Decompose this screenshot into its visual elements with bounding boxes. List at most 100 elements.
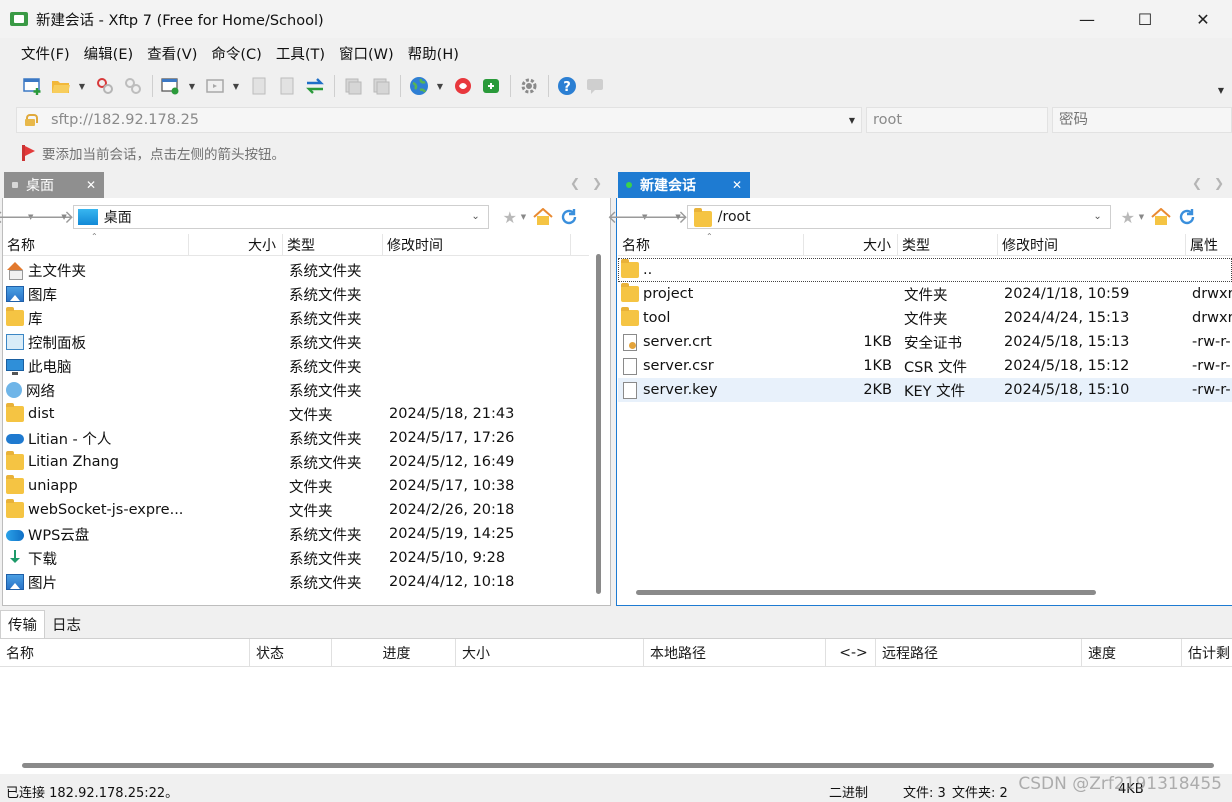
file-row[interactable]: Litian Zhang 系统文件夹 2024/5/12, 16:49 [3,450,589,474]
gear-icon[interactable] [518,75,540,97]
col-status[interactable]: 状态 [250,638,332,667]
host-input[interactable] [51,112,831,128]
password-field[interactable] [1052,107,1232,133]
path-dropdown-icon[interactable]: ⌄ [1093,211,1101,222]
file-row[interactable]: 下载 系统文件夹 2024/5/10, 9:28 [3,546,589,570]
tab-local-desktop[interactable]: 桌面 ✕ [4,172,104,198]
tab-remote-session[interactable]: 新建会话 ✕ [618,172,750,198]
file-row[interactable]: 图片 系统文件夹 2024/4/12, 10:18 [3,570,589,594]
minimize-button[interactable]: — [1058,0,1116,38]
transfer-horizontal-scrollbar[interactable] [22,763,1214,768]
back-arrow-icon[interactable]: 🡐 [607,206,655,228]
col-progress[interactable]: 进度 [332,638,456,667]
terminal-dropdown-icon[interactable]: ▼ [232,75,240,97]
file-row[interactable]: 图库 系统文件夹 [3,282,589,306]
open-folder-icon[interactable] [50,75,72,97]
username-input[interactable] [873,112,1043,128]
file-row[interactable]: uniapp 文件夹 2024/5/17, 10:38 [3,474,589,498]
host-combo[interactable]: ▼ [16,107,862,133]
tab-scroll-left-icon[interactable]: ❮ [570,176,580,190]
col-local-path[interactable]: 本地路径 [644,638,826,667]
tab-scroll-right-icon[interactable]: ❯ [1214,176,1224,190]
connect-icon[interactable] [94,75,116,97]
forward-dropdown-icon[interactable]: ▼ [675,213,680,221]
home-folder-icon[interactable] [532,206,554,228]
file-row[interactable]: project 文件夹 2024/1/18, 10:59 drwxr [618,282,1232,306]
open-dropdown-icon[interactable]: ▼ [78,75,86,97]
menu-help[interactable]: 帮助(H) [401,43,466,64]
user-field[interactable] [866,107,1048,133]
file-row[interactable]: 主文件夹 系统文件夹 [3,258,589,282]
disconnect-icon[interactable] [122,75,144,97]
add-session-flag-icon[interactable] [22,145,36,161]
copy-icon[interactable] [248,75,270,97]
file-row[interactable]: webSocket-js-expre... 文件夹 2024/2/26, 20:18 [3,498,589,522]
chat-icon[interactable] [584,75,606,97]
sync-transfer-icon[interactable] [304,75,326,97]
file-row[interactable]: server.csr 1KB CSR 文件 2024/5/18, 15:12 -rw-r… [618,354,1232,378]
col-size[interactable]: 大小 [189,233,283,256]
toolbar-overflow-icon[interactable]: ▼ [1218,86,1224,95]
xshell-icon[interactable] [452,75,474,97]
close-button[interactable]: ✕ [1174,0,1232,38]
menu-file[interactable]: 文件(F) [14,43,77,64]
favorite-dropdown-icon[interactable]: ▼ [1139,213,1144,221]
col-remote-path[interactable]: 远程路径 [876,638,1082,667]
file-row[interactable]: server.key 2KB KEY 文件 2024/5/18, 15:10 -rw-r… [618,378,1232,402]
file-row[interactable]: dist 文件夹 2024/5/18, 21:43 [3,402,589,426]
forward-arrow-icon[interactable]: 🡒 [26,206,74,228]
forward-dropdown-icon[interactable]: ▼ [61,213,66,221]
scroll-thumb[interactable] [596,254,601,594]
file-row[interactable]: Litian - 个人 系统文件夹 2024/5/17, 17:26 [3,426,589,450]
file-row[interactable]: server.crt 1KB 安全证书 2024/5/18, 15:13 -rw-r- [618,330,1232,354]
file-row[interactable]: tool 文件夹 2024/4/24, 15:13 drwxr [618,306,1232,330]
menu-tools[interactable]: 工具(T) [269,43,332,64]
menu-view[interactable]: 查看(V) [140,43,204,64]
col-eta[interactable]: 估计剩 [1182,639,1232,667]
file-row[interactable]: 库 系统文件夹 [3,306,589,330]
maximize-button[interactable]: ☐ [1116,0,1174,38]
file-row[interactable]: 网络 系统文件夹 [3,378,589,402]
col-type[interactable]: 类型 [283,233,383,256]
favorite-star-icon[interactable]: ★ [1117,206,1139,228]
refresh-icon[interactable] [1176,206,1198,228]
close-tab-icon[interactable]: ✕ [732,178,742,192]
tab-scroll-right-icon[interactable]: ❯ [592,176,602,190]
favorite-star-icon[interactable]: ★ [499,206,521,228]
file-row[interactable]: 控制面板 系统文件夹 [3,330,589,354]
menu-window[interactable]: 窗口(W) [332,43,401,64]
col-mtime[interactable]: 修改时间 [383,233,571,256]
file-row[interactable]: WPS云盘 系统文件夹 2024/5/19, 14:25 [3,522,589,546]
file-row[interactable]: 此电脑 系统文件夹 [3,354,589,378]
host-dropdown-icon[interactable]: ▼ [849,116,855,125]
globe-dropdown-icon[interactable]: ▼ [436,75,444,97]
col-name[interactable]: 名称 ⌃ [618,232,804,256]
tab-scroll-left-icon[interactable]: ❮ [1192,176,1202,190]
col-size[interactable]: 大小 [804,233,898,256]
menu-edit[interactable]: 编辑(E) [77,43,140,64]
remote-path-combo[interactable]: /root ⌄ [686,205,1111,229]
local-vertical-scrollbar[interactable] [590,234,608,604]
session-dropdown-icon[interactable]: ▼ [188,75,196,97]
close-tab-icon[interactable]: ✕ [86,178,96,192]
col-speed[interactable]: 速度 [1082,638,1182,667]
menu-command[interactable]: 命令(C) [204,43,268,64]
col-name[interactable]: 名称 ⌃ [3,232,189,256]
col-attr[interactable]: 属性 [1186,234,1232,256]
stack-icon[interactable] [342,75,364,97]
favorite-dropdown-icon[interactable]: ▼ [521,213,526,221]
paste-icon[interactable] [276,75,298,97]
terminal-icon[interactable] [204,75,226,97]
help-icon[interactable]: ? [556,75,578,97]
password-input[interactable] [1059,112,1229,128]
tab-log[interactable]: 日志 [45,610,88,638]
col-mtime[interactable]: 修改时间 [998,233,1186,256]
session-settings-icon[interactable] [160,75,182,97]
xftp-icon[interactable] [480,75,502,97]
back-arrow-icon[interactable]: 🡐 [0,206,41,228]
col-name[interactable]: 名称 [0,638,250,667]
new-session-icon[interactable] [22,75,44,97]
tab-transfer[interactable]: 传输 [0,610,45,638]
col-size[interactable]: 大小 [456,638,644,667]
path-dropdown-icon[interactable]: ⌄ [471,211,479,222]
